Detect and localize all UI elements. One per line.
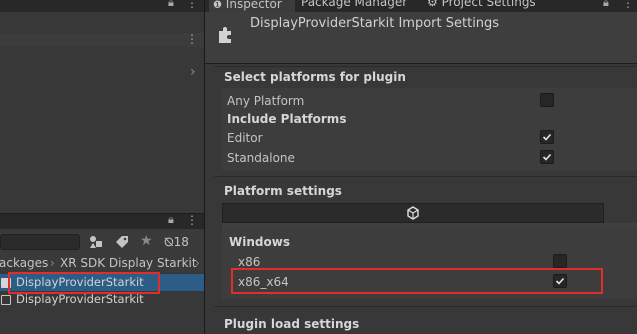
tab-lock-icon[interactable]: 🔒︎ bbox=[603, 0, 609, 10]
tab-menu-icon[interactable]: ⋮ bbox=[622, 0, 634, 10]
plugin-load-settings-title: Plugin load settings bbox=[224, 317, 360, 331]
search-input[interactable] bbox=[0, 234, 80, 250]
section-divider bbox=[214, 66, 637, 67]
lock-icon-2[interactable]: 🔒︎ bbox=[168, 213, 174, 227]
filter-by-label-icon[interactable] bbox=[114, 235, 130, 249]
tab-inspector[interactable]: ❶ Inspector bbox=[209, 0, 295, 12]
breadcrumb-item-current[interactable]: XR SDK Display Starkit bbox=[60, 254, 197, 272]
asset-file-icon bbox=[1, 295, 11, 305]
kebab-menu-icon[interactable]: ⋮ bbox=[186, 0, 198, 10]
breadcrumb-item-packages[interactable]: ackages bbox=[0, 254, 48, 272]
checkmark-icon bbox=[542, 133, 552, 141]
x86-label: x86 bbox=[238, 255, 261, 269]
inspector-title: DisplayProviderStarkit Import Settings bbox=[250, 16, 500, 31]
chevron-right-icon[interactable]: › bbox=[190, 64, 196, 80]
kebab-menu-icon-2[interactable]: ⋮ bbox=[186, 213, 198, 227]
hidden-packages-toggle[interactable]: ⦰18 bbox=[164, 235, 189, 250]
strip-menu-icon[interactable]: ⋮ bbox=[186, 32, 198, 46]
section-divider-3 bbox=[214, 306, 637, 307]
tab-project-settings-label: Project Settings bbox=[441, 0, 536, 9]
any-platform-checkbox[interactable] bbox=[540, 93, 554, 107]
any-platform-label: Any Platform bbox=[227, 94, 305, 108]
checkmark-icon-2 bbox=[542, 153, 552, 161]
standalone-checkbox[interactable] bbox=[540, 150, 554, 164]
gear-icon: ⚙︎ bbox=[427, 0, 438, 9]
unity-logo-icon[interactable] bbox=[406, 206, 420, 220]
include-platforms-title: Include Platforms bbox=[227, 112, 347, 126]
favorite-star-icon[interactable]: ★ bbox=[140, 233, 153, 249]
project-panel-strip bbox=[0, 33, 204, 47]
windows-group-title: Windows bbox=[229, 235, 290, 249]
plugin-puzzle-icon bbox=[216, 24, 236, 44]
tab-package-manager-label: Package Manager bbox=[301, 0, 408, 9]
select-platforms-title: Select platforms for plugin bbox=[224, 70, 406, 84]
standalone-label: Standalone bbox=[227, 151, 295, 165]
breadcrumb: ackages › XR SDK Display Starkit › bbox=[0, 254, 204, 272]
breadcrumb-more-icon: › bbox=[195, 256, 200, 270]
x86-checkbox[interactable] bbox=[553, 254, 567, 268]
editor-label: Editor bbox=[227, 131, 263, 145]
tab-project-settings[interactable]: ⚙︎ Project Settings bbox=[427, 0, 557, 12]
tab-package-manager[interactable]: Package Manager bbox=[301, 0, 419, 12]
section-divider-2 bbox=[214, 176, 637, 177]
eye-slash-icon: ⦰ bbox=[164, 235, 174, 249]
breadcrumb-separator-icon: › bbox=[50, 256, 55, 270]
highlight-box-tree-item bbox=[8, 272, 160, 294]
tab-inspector-label: Inspector bbox=[225, 0, 282, 11]
platform-settings-title: Platform settings bbox=[224, 184, 342, 198]
filter-by-type-icon[interactable] bbox=[88, 235, 104, 249]
highlight-box-x86-x64 bbox=[231, 268, 603, 294]
info-icon: ❶ bbox=[213, 0, 222, 11]
hidden-count: 18 bbox=[173, 235, 189, 249]
lock-icon[interactable]: 🔒︎ bbox=[168, 0, 174, 10]
editor-checkbox[interactable] bbox=[540, 130, 554, 144]
